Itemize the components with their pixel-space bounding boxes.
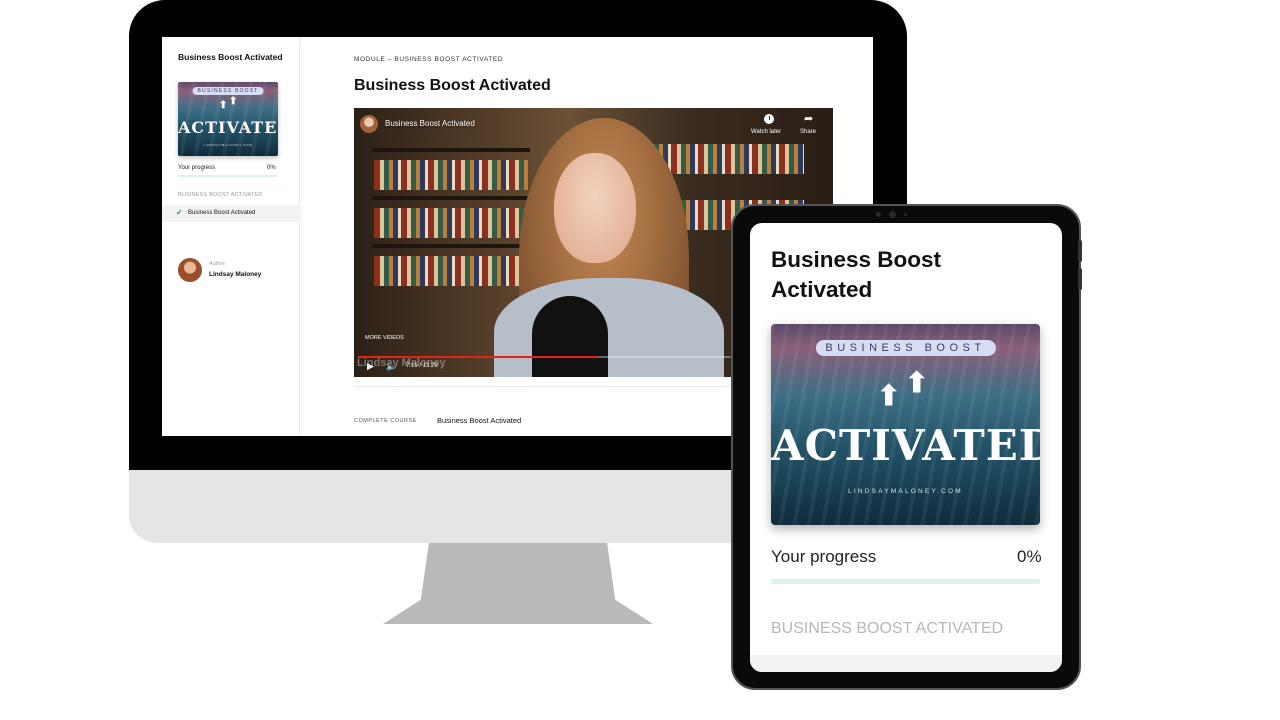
channel-avatar[interactable] (360, 115, 378, 133)
tablet-camera (873, 211, 913, 219)
up-arrow-icon: ⬆ (229, 96, 238, 107)
progress-bar (771, 579, 1040, 584)
watch-later-label[interactable]: Watch later (751, 129, 781, 135)
thumbnail-pill-text: BUSINESS BOOST (192, 87, 264, 95)
author-avatar (178, 258, 202, 282)
tablet-course-title: Business Boost Activated (771, 247, 942, 302)
desktop-monitor-stand (383, 543, 653, 624)
complete-course-value[interactable]: Business Boost Activated (437, 416, 521, 425)
share-label[interactable]: Share (800, 129, 816, 135)
thumbnail-big-text: ACTIVATED (178, 118, 278, 137)
presenter-body (494, 278, 724, 377)
share-icon[interactable]: ➦ (804, 112, 813, 125)
progress-value: 0% (267, 165, 276, 171)
tablet-side-button (1078, 240, 1082, 262)
up-arrow-icon: ⬆ (905, 367, 929, 398)
thumbnail-url-text: LINDSAYMALONEY.COM (848, 488, 963, 495)
thumbnail-artwork: BUSINESS BOOST ⬆ ⬆ ACTIVATED LINDSAYMALO… (771, 324, 1040, 525)
progress-label: Your progress (178, 165, 216, 171)
lesson-label: Business Boost Activated (188, 210, 256, 216)
bookshelf (374, 256, 528, 286)
section-label: BUSINESS BOOST ACTIVATED (178, 192, 263, 198)
video-title[interactable]: Business Boost Activated (385, 119, 475, 128)
bookshelf (372, 148, 530, 152)
course-thumbnail[interactable]: BUSINESS BOOST ⬆ ⬆ ACTIVATED LINDSAYMALO… (178, 82, 278, 156)
up-arrow-icon: ⬆ (219, 100, 228, 111)
lesson-list-strip (750, 655, 1062, 672)
tablet-side-button (1078, 268, 1082, 290)
tablet-screen: Business Boost Activated BUSINESS BOOST … (750, 223, 1062, 672)
microphone (532, 296, 608, 377)
camera-dot (876, 212, 881, 217)
thumbnail-pill-text: BUSINESS BOOST (815, 340, 996, 356)
video-time: 7:15 / 13:29 (406, 363, 438, 369)
thumbnail-url-text: LINDSAYMALONEY.COM (203, 143, 253, 147)
presenter-face (554, 153, 636, 263)
bookshelf (372, 196, 530, 200)
breadcrumb[interactable]: MODULE – BUSINESS BOOST ACTIVATED (354, 56, 503, 63)
progress-bar (178, 175, 278, 177)
course-sidebar: Business Boost Activated BUSINESS BOOST … (162, 37, 300, 436)
device-mockup: Business Boost Activated BUSINESS BOOST … (0, 0, 1280, 720)
bookshelf (374, 160, 528, 190)
thumbnail-artwork: BUSINESS BOOST ⬆ ⬆ ACTIVATED LINDSAYMALO… (178, 82, 278, 156)
page-title: Business Boost Activated (354, 77, 551, 94)
thumbnail-big-text: ACTIVATED (771, 421, 1040, 470)
check-icon: ✔ (176, 208, 183, 217)
clock-icon[interactable] (764, 114, 774, 124)
tablet-course-thumbnail[interactable]: BUSINESS BOOST ⬆ ⬆ ACTIVATED LINDSAYMALO… (771, 324, 1040, 525)
volume-icon[interactable]: 🔈 (386, 361, 397, 372)
lesson-item[interactable]: ✔ Business Boost Activated (162, 205, 300, 222)
progress-value: 0% (1017, 547, 1042, 566)
camera-lens (889, 211, 896, 218)
author-name[interactable]: Lindsay Maloney (209, 271, 261, 278)
bookshelf (372, 244, 530, 248)
video-played-fill (358, 356, 599, 358)
complete-course-label: COMPLETE COURSE (354, 418, 417, 424)
camera-dot (904, 213, 907, 216)
more-videos-button[interactable]: MORE VIDEOS (365, 335, 404, 341)
up-arrow-icon: ⬆ (877, 380, 901, 411)
bookshelf (374, 208, 528, 238)
progress-label: Your progress (771, 547, 877, 566)
sidebar-course-title: Business Boost Activated (178, 52, 283, 62)
author-label: Author (209, 261, 226, 267)
section-label: BUSINESS BOOST ACTIVATED (771, 620, 1004, 637)
play-icon[interactable]: ▶ (367, 361, 374, 372)
